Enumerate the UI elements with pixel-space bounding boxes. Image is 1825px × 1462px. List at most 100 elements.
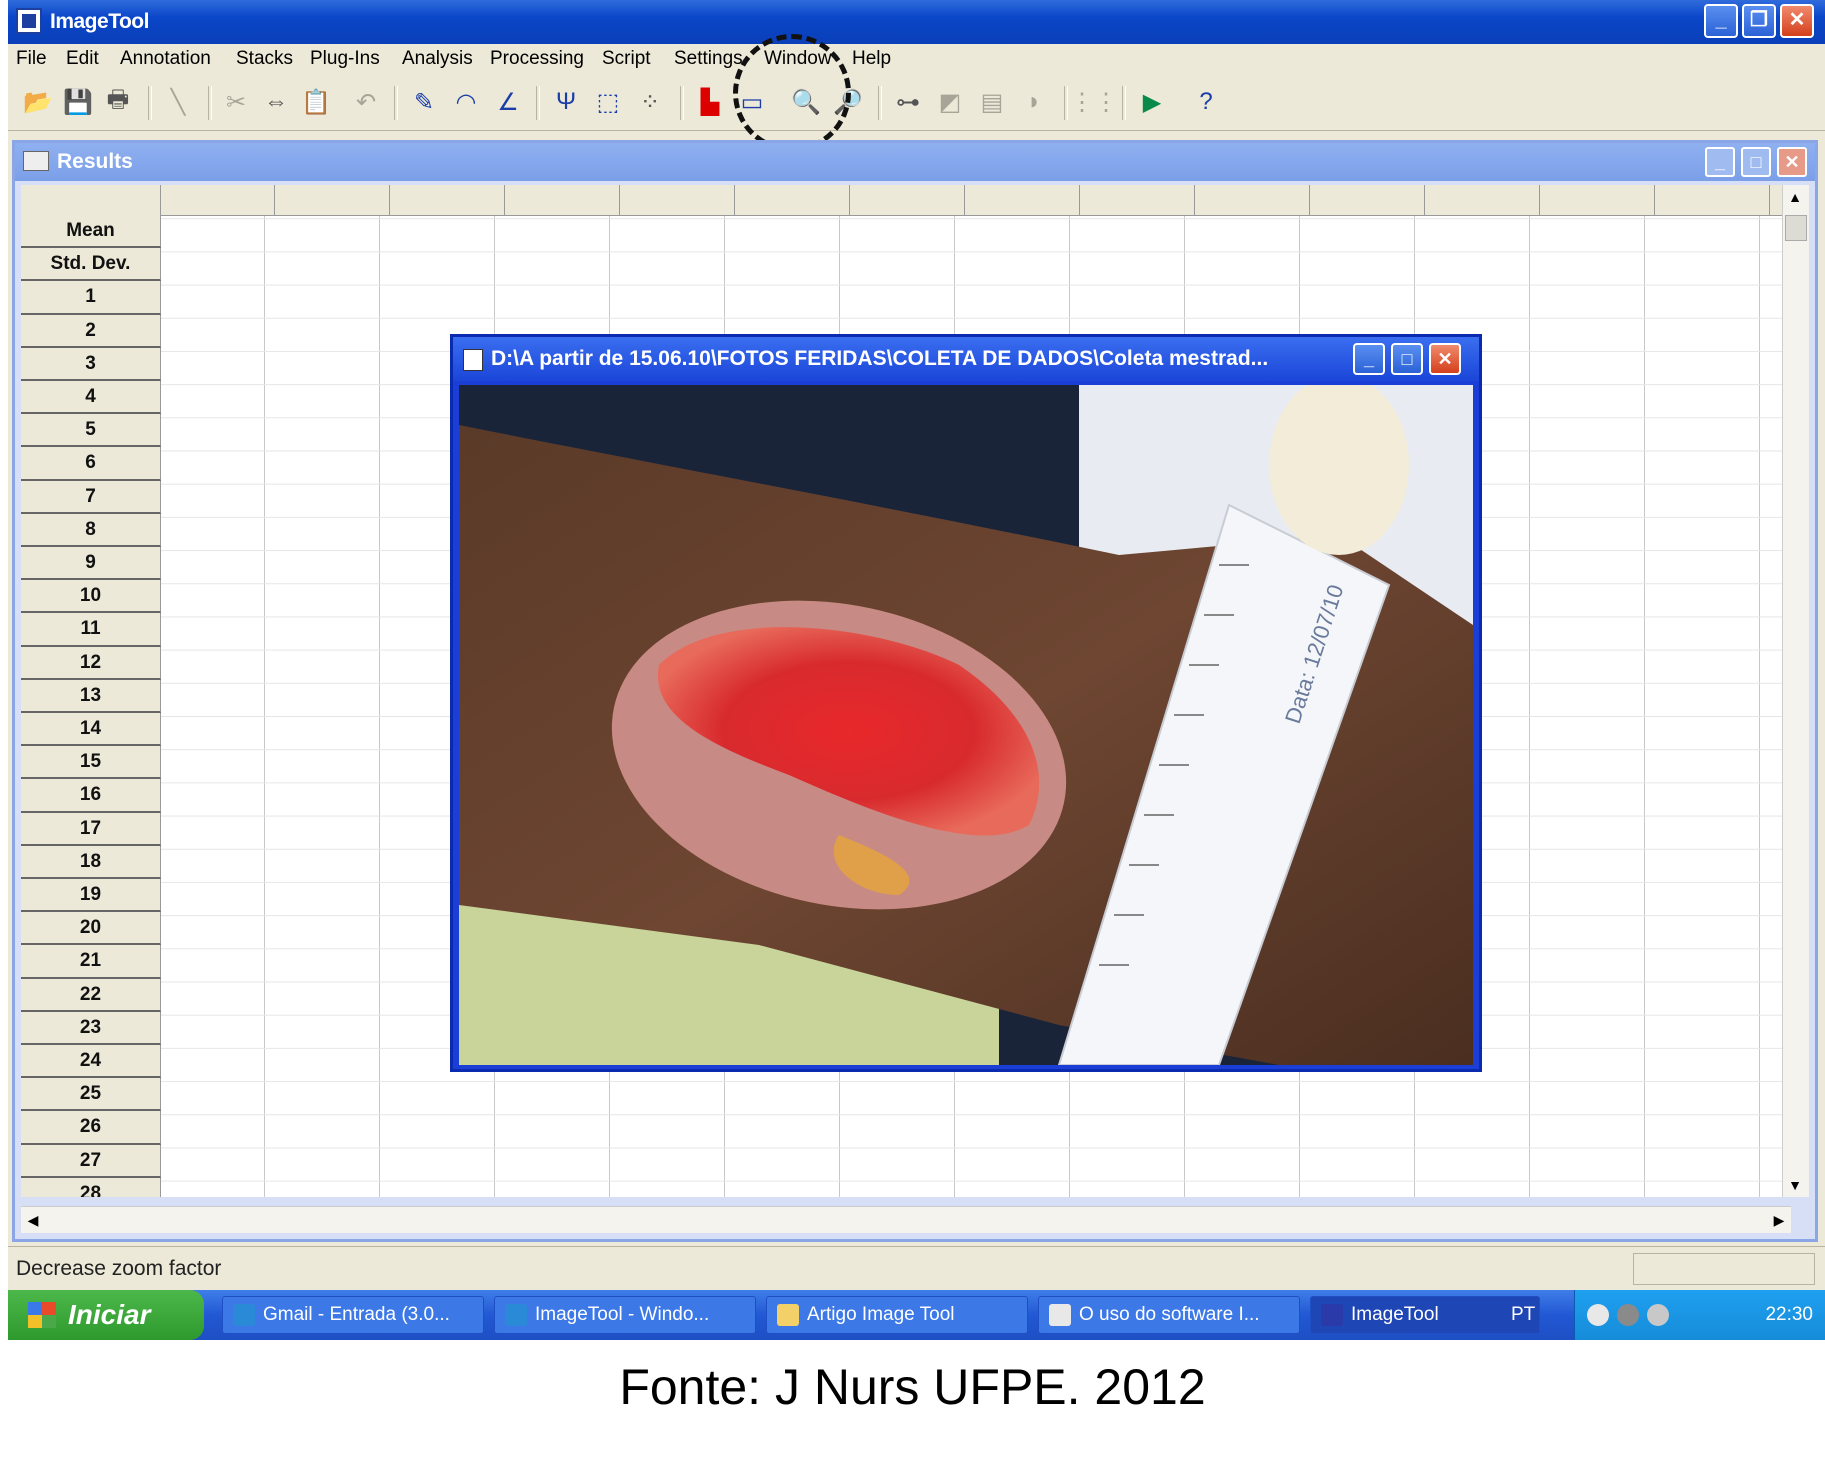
- start-button[interactable]: Iniciar: [8, 1290, 204, 1340]
- security-icon[interactable]: [1617, 1304, 1639, 1326]
- language-indicator[interactable]: PT: [1511, 1304, 1535, 1326]
- menu-annotation[interactable]: Annotation: [120, 48, 211, 70]
- row-header-cell[interactable]: 17: [21, 812, 161, 846]
- column-header[interactable]: [1311, 185, 1425, 215]
- row-header-cell[interactable]: 5: [21, 414, 161, 448]
- row-header-cell[interactable]: 14: [21, 713, 161, 747]
- row-header-cell[interactable]: 19: [21, 879, 161, 913]
- row-header-cell[interactable]: 27: [21, 1144, 161, 1178]
- row-header-cell[interactable]: 1: [21, 281, 161, 315]
- row-header-cell[interactable]: 28: [21, 1177, 161, 1197]
- undo-icon[interactable]: ↶: [348, 84, 384, 120]
- row-header-cell[interactable]: 16: [21, 779, 161, 813]
- row-header-cell[interactable]: 20: [21, 912, 161, 946]
- column-header[interactable]: [161, 185, 275, 215]
- menu-settings[interactable]: Settings: [674, 48, 743, 70]
- column-header[interactable]: [391, 185, 505, 215]
- row-header-cell[interactable]: 15: [21, 746, 161, 780]
- menu-stacks[interactable]: Stacks: [236, 48, 293, 70]
- task-imagetool-browser[interactable]: ImageTool - Windo...: [494, 1296, 756, 1334]
- menu-file[interactable]: File: [16, 48, 47, 70]
- row-header-cell[interactable]: 4: [21, 381, 161, 415]
- results-close-button[interactable]: ✕: [1777, 147, 1807, 177]
- row-header-cell[interactable]: 21: [21, 945, 161, 979]
- scroll-up-icon[interactable]: ▲: [1783, 185, 1807, 209]
- column-header[interactable]: [506, 185, 620, 215]
- pencil-icon[interactable]: ✎: [406, 84, 442, 120]
- scroll-thumb[interactable]: [1785, 215, 1807, 241]
- task-imagetool[interactable]: ImageTool: [1310, 1296, 1540, 1334]
- points-icon[interactable]: ⁘: [632, 84, 668, 120]
- menu-script[interactable]: Script: [602, 48, 651, 70]
- column-header[interactable]: [1541, 185, 1655, 215]
- row-header-cell[interactable]: 26: [21, 1111, 161, 1145]
- column-header[interactable]: [966, 185, 1080, 215]
- scroll-left-icon[interactable]: ◀: [21, 1208, 45, 1232]
- row-header-cell[interactable]: 6: [21, 447, 161, 481]
- run-icon[interactable]: ▶: [1134, 84, 1170, 120]
- results-maximize-button[interactable]: □: [1741, 147, 1771, 177]
- wound-photo[interactable]: Data: 12/07/10: [459, 385, 1473, 1065]
- row-header-cell[interactable]: 24: [21, 1045, 161, 1079]
- results-minimize-button[interactable]: _: [1705, 147, 1735, 177]
- scroll-down-icon[interactable]: ▼: [1783, 1173, 1807, 1197]
- menu-help[interactable]: Help: [852, 48, 891, 70]
- menu-processing[interactable]: Processing: [490, 48, 584, 70]
- cut-icon[interactable]: ✂: [218, 84, 254, 120]
- row-header-cell[interactable]: Mean: [21, 215, 161, 249]
- scroll-right-icon[interactable]: ▶: [1767, 1208, 1791, 1232]
- row-header-cell[interactable]: 25: [21, 1078, 161, 1112]
- volume-icon[interactable]: [1647, 1304, 1669, 1326]
- row-header-cell[interactable]: 8: [21, 513, 161, 547]
- row-header-cell[interactable]: 18: [21, 845, 161, 879]
- row-header-cell[interactable]: 12: [21, 646, 161, 680]
- row-header-cell[interactable]: 7: [21, 480, 161, 514]
- column-header[interactable]: [1426, 185, 1540, 215]
- open-icon[interactable]: 📂: [20, 84, 56, 120]
- print-icon[interactable]: 🖶: [100, 84, 136, 120]
- paste-icon[interactable]: 📋: [298, 84, 334, 120]
- freehand-icon[interactable]: ◠: [448, 84, 484, 120]
- calculator-icon[interactable]: ▤: [974, 84, 1010, 120]
- column-header[interactable]: [1656, 185, 1770, 215]
- copy-icon[interactable]: ⇔: [258, 84, 294, 120]
- task-folder[interactable]: Artigo Image Tool: [766, 1296, 1028, 1334]
- row-header-cell[interactable]: 2: [21, 314, 161, 348]
- minimize-button[interactable]: _: [1704, 4, 1738, 38]
- close-button[interactable]: ✕: [1780, 4, 1814, 38]
- help-icon[interactable]: ?: [1188, 84, 1224, 120]
- task-document[interactable]: O uso do software I...: [1038, 1296, 1300, 1334]
- vertical-scrollbar[interactable]: ▲ ▼: [1782, 185, 1809, 1197]
- levels-icon[interactable]: ◩: [932, 84, 968, 120]
- restore-button[interactable]: ❐: [1742, 4, 1776, 38]
- shade-icon[interactable]: ◗: [1016, 84, 1052, 120]
- row-header-cell[interactable]: 3: [21, 347, 161, 381]
- menu-analysis[interactable]: Analysis: [402, 48, 473, 70]
- row-header-cell[interactable]: 10: [21, 580, 161, 614]
- binary-icon[interactable]: ⊶: [890, 84, 926, 120]
- angle-icon[interactable]: ∠: [490, 84, 526, 120]
- row-header-cell[interactable]: 9: [21, 547, 161, 581]
- column-header[interactable]: [851, 185, 965, 215]
- line-icon[interactable]: ╲: [160, 84, 196, 120]
- row-header-cell[interactable]: 22: [21, 978, 161, 1012]
- row-header-cell[interactable]: 23: [21, 1011, 161, 1045]
- column-header[interactable]: [736, 185, 850, 215]
- network-icon[interactable]: [1587, 1304, 1609, 1326]
- row-header-cell[interactable]: Std. Dev.: [21, 248, 161, 282]
- image-close-button[interactable]: ✕: [1429, 343, 1461, 375]
- image-window[interactable]: D:\A partir de 15.06.10\FOTOS FERIDAS\CO…: [450, 334, 1482, 1072]
- fork-icon[interactable]: Ψ: [548, 84, 584, 120]
- column-header[interactable]: [276, 185, 390, 215]
- row-header-cell[interactable]: 13: [21, 679, 161, 713]
- select-icon[interactable]: ⬚: [590, 84, 626, 120]
- horizontal-scrollbar[interactable]: ◀ ▶: [21, 1206, 1791, 1233]
- grid-icon[interactable]: ⋮⋮: [1070, 84, 1118, 120]
- column-header[interactable]: [621, 185, 735, 215]
- histogram-icon[interactable]: ▙: [692, 84, 728, 120]
- image-window-titlebar[interactable]: D:\A partir de 15.06.10\FOTOS FERIDAS\CO…: [453, 337, 1479, 381]
- image-minimize-button[interactable]: _: [1353, 343, 1385, 375]
- column-header[interactable]: [1081, 185, 1195, 215]
- menu-edit[interactable]: Edit: [66, 48, 99, 70]
- menu-plugins[interactable]: Plug-Ins: [310, 48, 380, 70]
